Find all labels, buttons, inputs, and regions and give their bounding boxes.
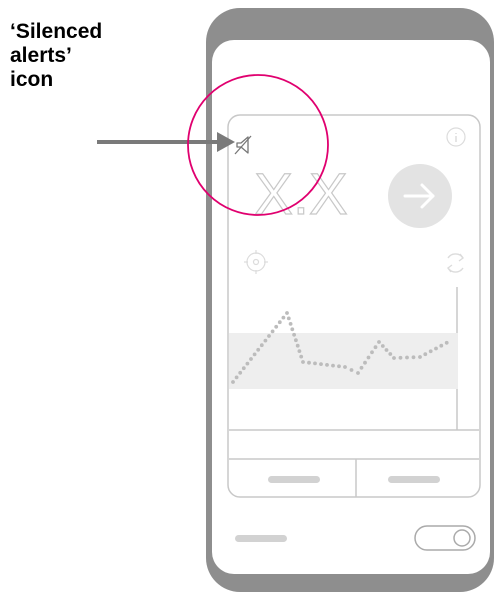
- trace-dot: [319, 362, 323, 366]
- bottom-bar-label: [235, 535, 287, 542]
- trace-dot: [331, 363, 335, 368]
- trace-dot: [249, 357, 253, 361]
- trace-dot: [439, 343, 444, 348]
- trace-dot: [370, 350, 374, 355]
- trace-dot: [325, 363, 329, 367]
- trace-dot: [286, 316, 291, 321]
- trace-dot: [434, 346, 438, 351]
- trace-dot: [295, 343, 300, 348]
- toggle-switch[interactable]: [414, 525, 476, 551]
- trace-dot: [363, 360, 367, 365]
- trace-dot: [307, 360, 311, 365]
- phone-diagram: X.X: [97, 8, 494, 592]
- trace-dot: [290, 327, 295, 332]
- trace-dot: [428, 349, 433, 354]
- trace-dot: [398, 355, 403, 360]
- trace-dot: [423, 352, 428, 357]
- trace-dot: [380, 344, 385, 348]
- trace-dot: [285, 311, 289, 315]
- right-button[interactable]: [388, 476, 440, 483]
- trace-dot: [288, 322, 293, 326]
- trace-dot: [299, 354, 304, 359]
- trace-dot: [241, 366, 246, 371]
- trace-dot: [349, 368, 354, 372]
- trace-dot: [411, 355, 416, 360]
- trace-dot: [238, 370, 243, 375]
- trace-dot: [256, 347, 261, 352]
- reading-placeholder: X.X: [254, 162, 348, 227]
- trace-dot: [359, 365, 364, 370]
- trace-dot: [281, 315, 286, 320]
- trace-dot: [366, 355, 371, 360]
- trace-dot: [294, 338, 298, 343]
- trace-dot: [297, 349, 302, 353]
- trace-dot: [245, 361, 250, 366]
- trace-dot: [392, 356, 396, 360]
- trace-dot: [301, 360, 305, 364]
- trace-dot: [267, 334, 271, 338]
- trace-dot: [263, 338, 268, 343]
- trace-dot: [277, 320, 282, 325]
- trace-dot: [252, 352, 257, 357]
- target-range-band: [229, 333, 458, 389]
- trace-dot: [384, 348, 389, 352]
- trace-dot: [444, 340, 449, 345]
- trace-dot: [313, 361, 317, 366]
- left-button[interactable]: [268, 476, 320, 483]
- trace-dot: [259, 343, 264, 348]
- trace-dot: [343, 365, 347, 369]
- arrow-right-icon[interactable]: [388, 164, 452, 228]
- trace-dot: [337, 364, 341, 369]
- trace-dot: [356, 371, 360, 375]
- trace-dot: [292, 332, 296, 337]
- trace-dot: [405, 355, 409, 360]
- trace-dot: [373, 345, 378, 350]
- trace-dot: [377, 340, 381, 344]
- trace-dot: [231, 380, 235, 384]
- trace-dot: [274, 324, 279, 329]
- trace-dot: [388, 352, 393, 356]
- trace-dot: [270, 329, 275, 334]
- trace-dot: [234, 375, 239, 380]
- trace-dot: [418, 355, 422, 359]
